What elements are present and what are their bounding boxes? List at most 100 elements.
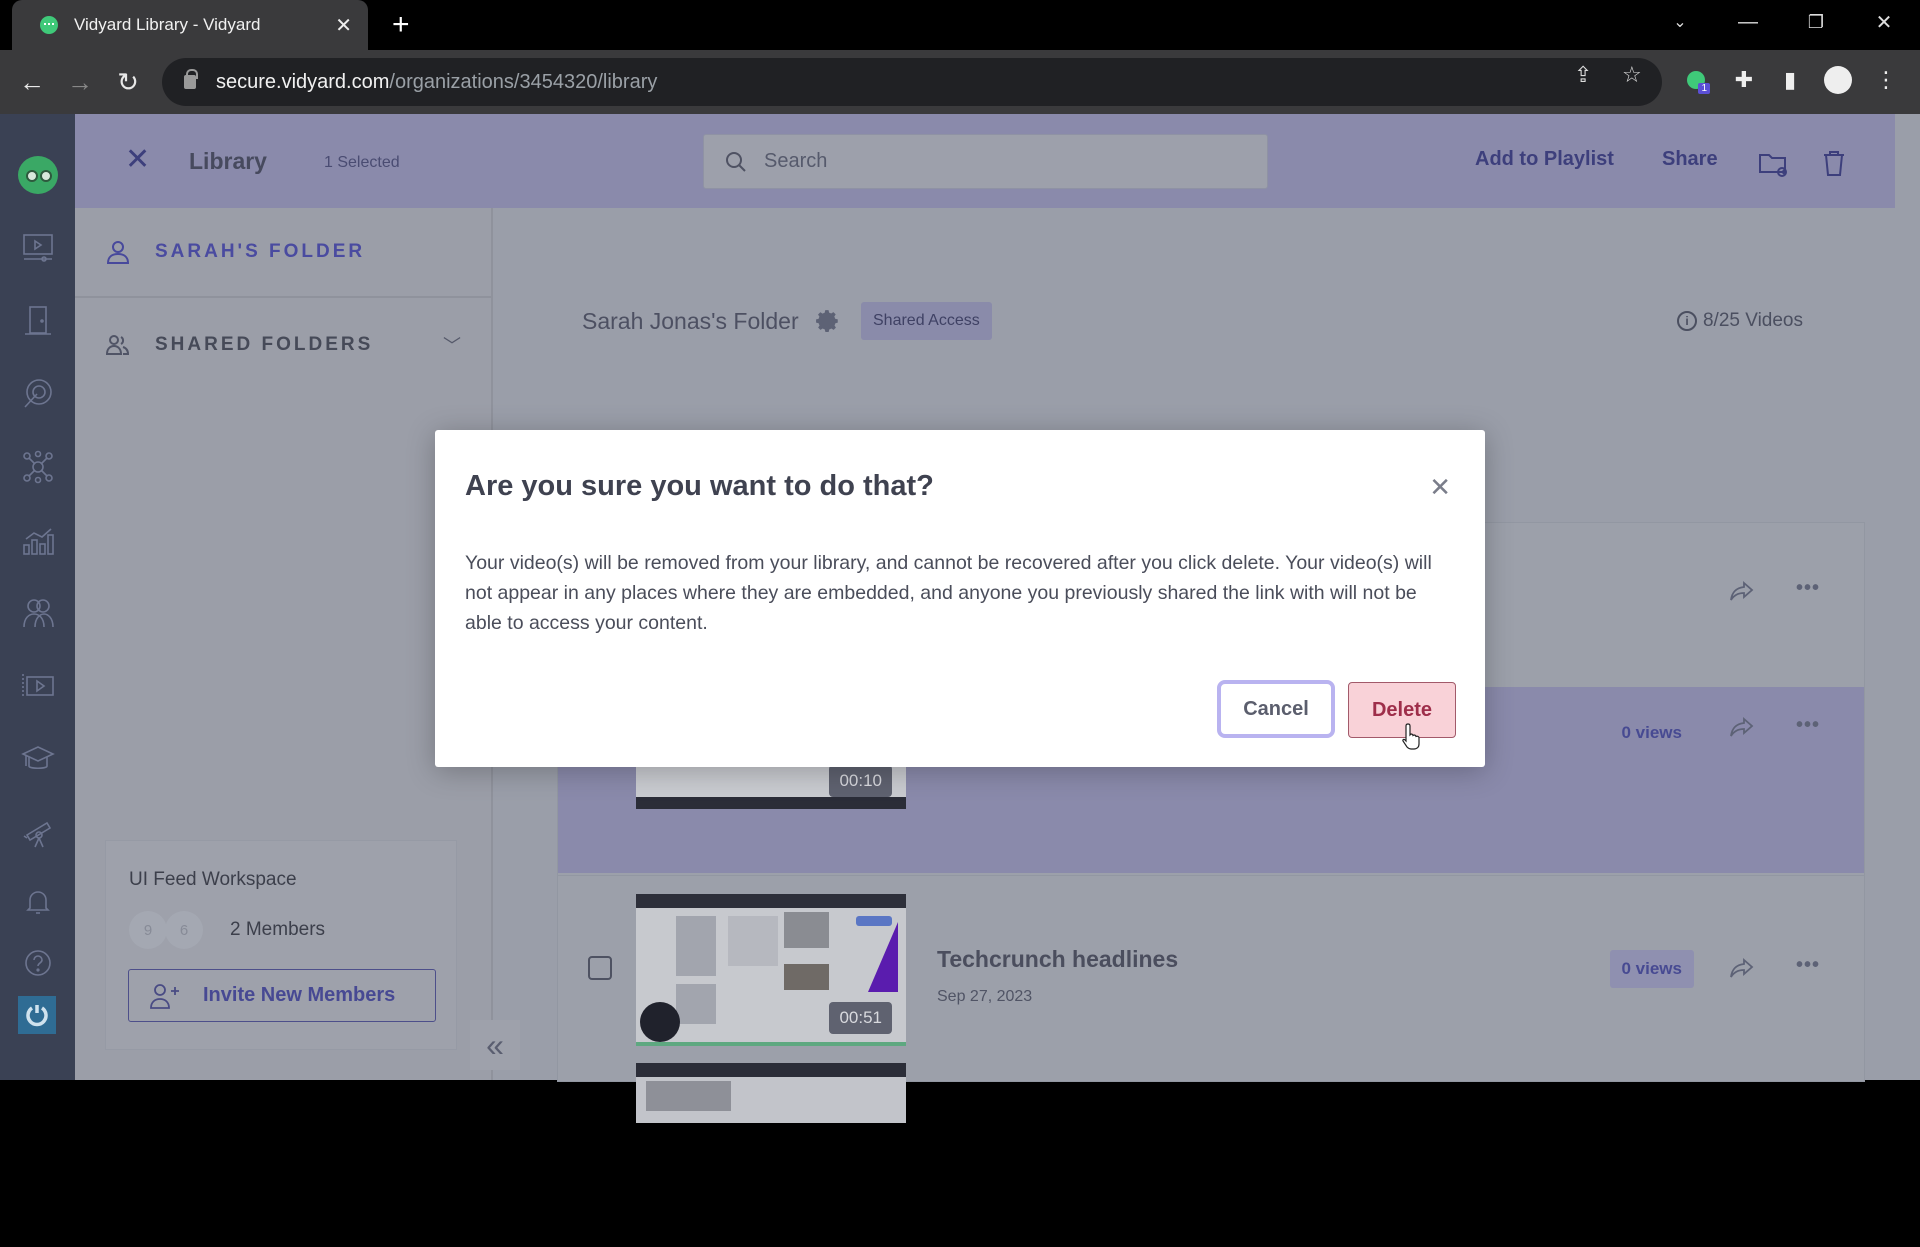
thumbnail-graphic	[728, 916, 778, 966]
reload-button[interactable]: ↻	[108, 62, 148, 102]
thumbnail-graphic	[636, 1063, 906, 1077]
audience-icon[interactable]	[19, 594, 57, 632]
share-arrow-icon[interactable]	[1728, 577, 1756, 605]
search-box[interactable]	[703, 134, 1268, 189]
view-count: 0 views	[1609, 950, 1694, 988]
sidebar-item-shared-folders[interactable]: SHARED FOLDERS ﹀	[75, 300, 491, 390]
page-scrollbar[interactable]	[1895, 114, 1920, 1080]
browser-toolbar: ← → ↻ secure.vidyard.com/organizations/3…	[0, 50, 1920, 114]
sidebar-item-label: SHARED FOLDERS	[155, 334, 374, 355]
invite-new-members-button[interactable]: Invite New Members	[128, 969, 436, 1022]
sidebar-item-label: SARAH'S FOLDER	[155, 241, 366, 262]
search-input[interactable]	[764, 150, 1244, 173]
left-rail-nav	[0, 114, 75, 1080]
browser-tabstrip: Vidyard Library - Vidyard ✕ + ⌄ — ❐ ✕	[0, 0, 1920, 50]
sidebar-item-sarahs-folder[interactable]: SARAH'S FOLDER	[75, 208, 491, 298]
help-icon[interactable]	[19, 944, 57, 982]
minimize-button[interactable]: —	[1718, 0, 1778, 44]
power-account-icon[interactable]	[18, 996, 56, 1034]
member-avatars: 9 6	[129, 911, 203, 949]
forward-button[interactable]: →	[60, 62, 100, 102]
vidyard-logo-icon[interactable]	[18, 156, 58, 194]
url-host: secure.vidyard.com	[216, 70, 390, 93]
tab-title: Vidyard Library - Vidyard	[74, 15, 261, 34]
thumbnail-graphic	[640, 1002, 680, 1042]
target-arrow-icon[interactable]	[19, 375, 57, 413]
video-row[interactable]: 00:51 Techcrunch headlines Sep 27, 2023 …	[558, 875, 1864, 1061]
library-title: Library	[189, 148, 267, 174]
more-options-icon[interactable]: •••	[1796, 714, 1820, 737]
telescope-icon[interactable]	[19, 813, 57, 851]
vidyard-extension-icon[interactable]: 1	[1680, 64, 1712, 96]
extension-badge: 1	[1698, 83, 1710, 94]
chevron-down-icon[interactable]: ﹀	[443, 332, 461, 358]
workspace-card: UI Feed Workspace 9 6 2 Members Invite N…	[105, 840, 457, 1050]
selected-count: 1 Selected	[324, 154, 400, 171]
door-icon[interactable]	[19, 302, 57, 340]
thumbnail-graphic	[636, 1042, 906, 1046]
folder-sidebar: SARAH'S FOLDER SHARED FOLDERS ﹀ UI Feed …	[75, 208, 493, 1080]
new-tab-button[interactable]: +	[392, 8, 410, 42]
more-options-icon[interactable]: •••	[1796, 954, 1820, 977]
video-thumbnail[interactable]	[636, 1063, 906, 1123]
window-close-button[interactable]: ✕	[1854, 0, 1914, 44]
workspace-name: UI Feed Workspace	[129, 869, 297, 890]
shared-access-badge: Shared Access	[861, 302, 992, 340]
thumbnail-graphic	[646, 1081, 731, 1111]
selection-toolbar: ✕ Library 1 Selected Add to Playlist Sha…	[75, 114, 1895, 208]
learning-cap-icon[interactable]	[19, 740, 57, 778]
delete-trash-icon[interactable]	[1819, 148, 1849, 178]
view-count: 0 views	[1621, 723, 1683, 742]
browser-tab[interactable]: Vidyard Library - Vidyard ✕	[12, 0, 368, 50]
info-icon[interactable]: i	[1676, 311, 1697, 331]
video-library-icon[interactable]	[19, 229, 57, 267]
back-button[interactable]: ←	[12, 62, 52, 102]
cancel-button[interactable]: Cancel	[1217, 680, 1335, 738]
video-title[interactable]: Techcrunch headlines	[937, 946, 1178, 973]
search-icon	[726, 151, 746, 172]
thumbnail-progress-bar	[636, 797, 906, 809]
thumbnail-graphic	[784, 912, 829, 948]
invite-label: Invite New Members	[203, 984, 396, 1006]
share-page-icon[interactable]: ⇪	[1574, 62, 1592, 88]
side-panel-icon[interactable]: ▮	[1774, 64, 1806, 96]
restore-button[interactable]: ❐	[1786, 0, 1846, 44]
folder-title: Sarah Jonas's Folder	[582, 308, 799, 334]
delete-confirmation-dialog: Are you sure you want to do that? ✕ Your…	[435, 430, 1485, 767]
member-count: 2 Members	[230, 919, 326, 940]
network-icon[interactable]	[19, 448, 57, 486]
extensions-puzzle-icon[interactable]: ✚	[1728, 64, 1760, 96]
move-to-folder-icon[interactable]	[1758, 148, 1788, 178]
share-button[interactable]: Share	[1662, 148, 1718, 171]
dialog-title: Are you sure you want to do that?	[465, 470, 934, 502]
clear-selection-close-icon[interactable]: ✕	[125, 142, 150, 177]
vidyard-favicon-icon	[40, 16, 58, 34]
browser-menu-icon[interactable]: ⋮	[1870, 64, 1902, 96]
thumbnail-graphic	[676, 916, 716, 976]
playlist-video-icon[interactable]	[19, 667, 57, 705]
analytics-icon[interactable]	[19, 521, 57, 559]
select-checkbox[interactable]	[588, 956, 612, 980]
bookmark-star-icon[interactable]: ☆	[1622, 62, 1642, 88]
video-thumbnail[interactable]: 00:51	[636, 894, 906, 1046]
lock-icon	[184, 69, 198, 89]
profile-avatar-icon[interactable]	[1822, 64, 1854, 96]
dialog-close-icon[interactable]: ✕	[1429, 472, 1451, 503]
tab-search-icon[interactable]: ⌄	[1650, 0, 1710, 44]
add-to-playlist-button[interactable]: Add to Playlist	[1475, 148, 1614, 171]
tab-close-icon[interactable]: ✕	[335, 13, 352, 38]
video-row[interactable]	[558, 1061, 1864, 1247]
share-arrow-icon[interactable]	[1728, 954, 1756, 982]
share-arrow-icon[interactable]	[1728, 713, 1756, 741]
notifications-bell-icon[interactable]	[19, 882, 57, 920]
folder-settings-gear-icon[interactable]	[815, 308, 841, 334]
thumbnail-graphic	[636, 894, 906, 908]
thumbnail-graphic	[868, 922, 898, 992]
avatar: 6	[165, 911, 203, 949]
address-bar[interactable]: secure.vidyard.com/organizations/3454320…	[162, 58, 1662, 106]
url-path: /organizations/3454320/library	[389, 70, 658, 93]
add-user-icon	[150, 983, 179, 1009]
dialog-body: Your video(s) will be removed from your …	[465, 552, 1432, 634]
more-options-icon[interactable]: •••	[1796, 577, 1820, 600]
delete-button[interactable]: Delete	[1348, 682, 1456, 738]
